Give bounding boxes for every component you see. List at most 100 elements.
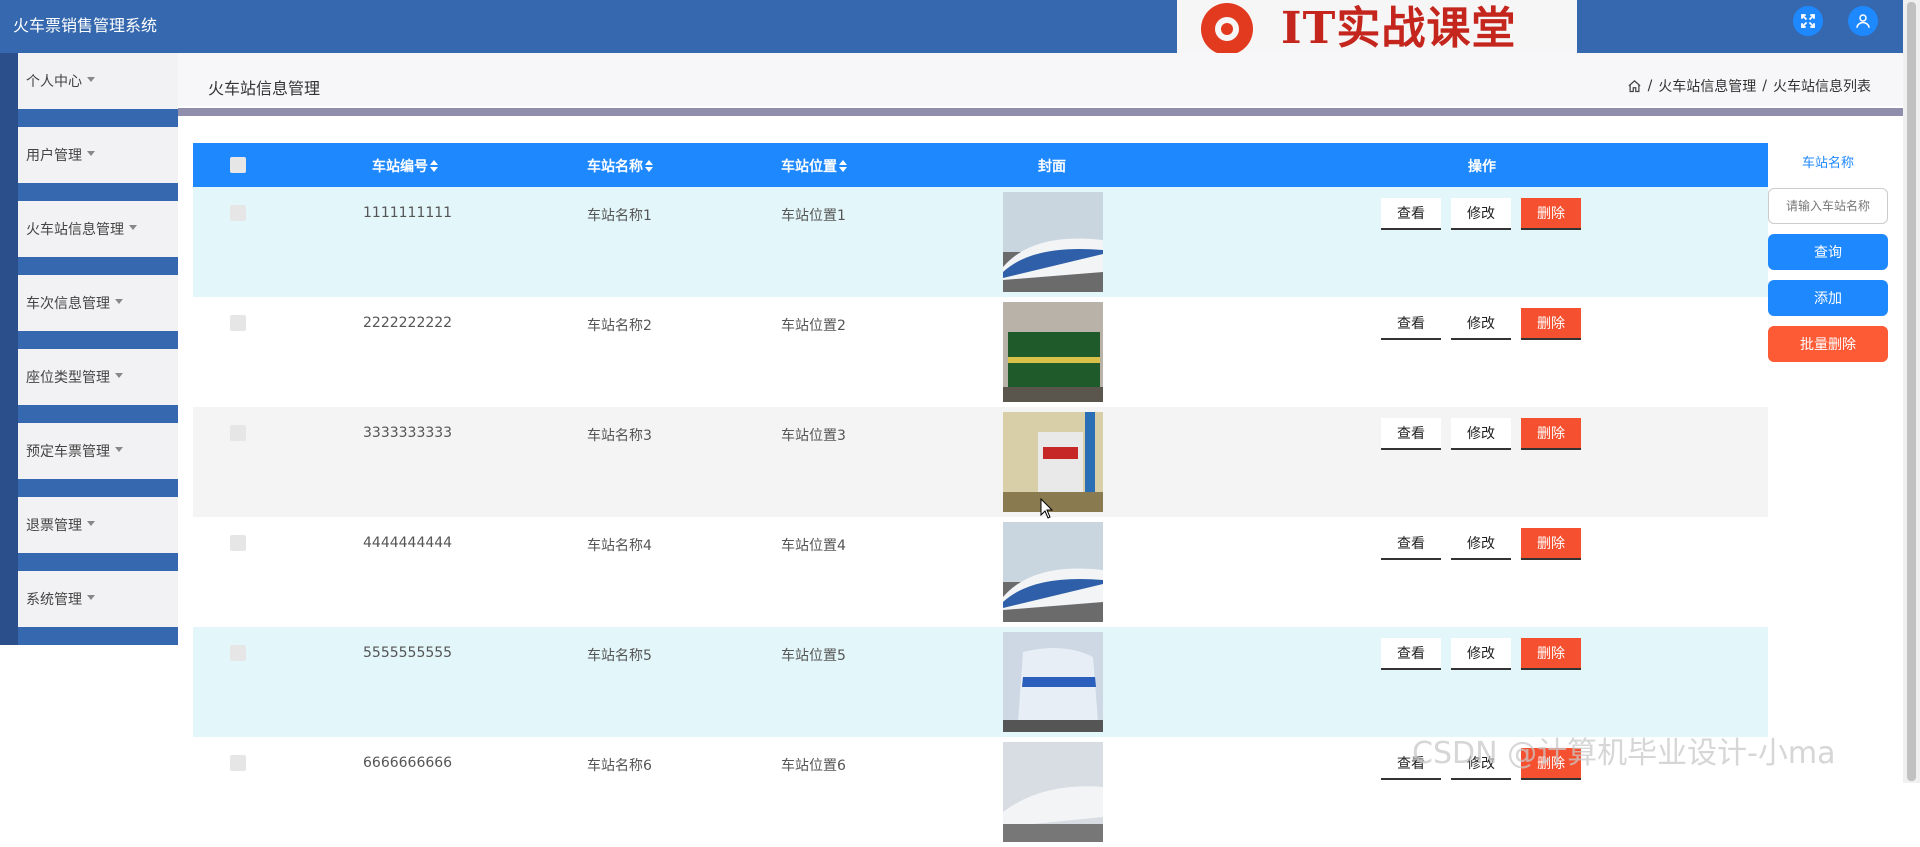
column-header-location[interactable]: 车站位置 [781, 156, 847, 176]
add-button[interactable]: 添加 [1768, 280, 1888, 316]
cell-station-code: 2222222222 [363, 315, 453, 331]
search-label: 车站名称 [1801, 156, 1854, 171]
sidebar-item-label: 座位类型管理 [26, 370, 110, 386]
sidebar-item-stations[interactable]: 火车站信息管理 [0, 201, 178, 275]
cell-station-name: 车站名称5 [587, 648, 652, 664]
table-row: 1111111111 车站名称1 车站位置1 查看 修改 删除 [193, 187, 1768, 297]
column-header-name[interactable]: 车站名称 [587, 156, 653, 176]
sidebar-item-seat-types[interactable]: 座位类型管理 [0, 349, 178, 423]
cell-station-code: 5555555555 [363, 645, 453, 661]
sidebar: 个人中心 用户管理 火车站信息管理 车次信息管理 座位类型管理 预定车票管理 退… [0, 53, 178, 645]
home-icon[interactable] [1627, 79, 1642, 94]
top-navbar: 火车票销售管理系统 IT实战课堂 [0, 0, 1903, 58]
select-all-checkbox[interactable] [230, 157, 246, 173]
chevron-down-icon [115, 298, 123, 304]
sort-icon[interactable] [430, 160, 438, 172]
chevron-down-icon [115, 446, 123, 452]
logo: IT实战课堂 [1177, 0, 1577, 58]
edit-button[interactable]: 修改 [1451, 418, 1511, 450]
chevron-down-icon [87, 520, 95, 526]
edit-button[interactable]: 修改 [1451, 638, 1511, 670]
sidebar-item-bookings[interactable]: 预定车票管理 [0, 423, 178, 497]
logo-text: IT实战课堂 [1281, 3, 1517, 54]
sidebar-item-system[interactable]: 系统管理 [0, 571, 178, 645]
row-checkbox[interactable] [230, 535, 246, 551]
table-row: 4444444444 车站名称4 车站位置4 查看 修改 删除 [193, 517, 1768, 627]
sidebar-item-label: 火车站信息管理 [26, 222, 124, 238]
cover-image [1003, 192, 1103, 292]
breadcrumb-item[interactable]: 火车站信息管理 [1658, 76, 1756, 96]
sidebar-item-label: 预定车票管理 [26, 444, 110, 460]
table-row: 2222222222 车站名称2 车站位置2 查看 修改 删除 [193, 297, 1768, 407]
fullscreen-icon[interactable] [1793, 6, 1823, 36]
logo-icon [1201, 3, 1253, 55]
column-header-cover: 封面 [1038, 159, 1066, 175]
user-icon[interactable] [1848, 6, 1878, 36]
mouse-cursor-icon [1040, 498, 1054, 519]
cell-station-name: 车站名称2 [587, 318, 652, 334]
cell-station-location: 车站位置6 [781, 758, 846, 774]
view-button[interactable]: 查看 [1381, 528, 1441, 560]
sort-icon[interactable] [645, 160, 653, 172]
app-title: 火车票销售管理系统 [13, 16, 158, 35]
cell-station-name: 车站名称6 [587, 758, 652, 774]
chevron-down-icon [87, 594, 95, 600]
query-button[interactable]: 查询 [1768, 234, 1888, 270]
sidebar-item-refunds[interactable]: 退票管理 [0, 497, 178, 571]
row-checkbox[interactable] [230, 755, 246, 771]
cover-image [1003, 412, 1103, 512]
cell-station-location: 车站位置4 [781, 538, 846, 554]
delete-button[interactable]: 删除 [1521, 308, 1581, 340]
edit-button[interactable]: 修改 [1451, 528, 1511, 560]
view-button[interactable]: 查看 [1381, 638, 1441, 670]
column-header-actions: 操作 [1468, 159, 1496, 175]
row-checkbox[interactable] [230, 645, 246, 661]
sidebar-item-label: 个人中心 [26, 74, 82, 90]
cell-station-location: 车站位置1 [781, 208, 846, 224]
table-header: 车站编号 车站名称 车站位置 封面 操作 [193, 143, 1768, 187]
sidebar-item-label: 用户管理 [26, 148, 82, 164]
chevron-down-icon [129, 224, 137, 230]
station-name-search-input[interactable] [1768, 188, 1888, 224]
chevron-down-icon [87, 76, 95, 82]
sidebar-item-label: 系统管理 [26, 592, 82, 608]
view-button[interactable]: 查看 [1381, 198, 1441, 230]
cell-station-name: 车站名称3 [587, 428, 652, 444]
view-button[interactable]: 查看 [1381, 308, 1441, 340]
delete-button[interactable]: 删除 [1521, 198, 1581, 230]
scrollbar[interactable] [1903, 0, 1920, 783]
edit-button[interactable]: 修改 [1451, 198, 1511, 230]
cover-image [1003, 742, 1103, 842]
cell-station-code: 4444444444 [363, 535, 453, 551]
page-title: 火车站信息管理 [208, 79, 321, 98]
row-checkbox[interactable] [230, 205, 246, 221]
view-button[interactable]: 查看 [1381, 418, 1441, 450]
breadcrumb: / 火车站信息管理 / 火车站信息列表 [1627, 76, 1871, 96]
edit-button[interactable]: 修改 [1451, 308, 1511, 340]
cell-station-name: 车站名称4 [587, 538, 652, 554]
sidebar-item-personal-center[interactable]: 个人中心 [0, 53, 178, 127]
sidebar-item-trains[interactable]: 车次信息管理 [0, 275, 178, 349]
cell-station-code: 1111111111 [363, 205, 453, 221]
batch-delete-button[interactable]: 批量删除 [1768, 326, 1888, 362]
table-row: 5555555555 车站名称5 车站位置5 查看 修改 删除 [193, 627, 1768, 737]
delete-button[interactable]: 删除 [1521, 528, 1581, 560]
row-checkbox[interactable] [230, 425, 246, 441]
chevron-down-icon [115, 372, 123, 378]
chevron-down-icon [87, 150, 95, 156]
row-checkbox[interactable] [230, 315, 246, 331]
delete-button[interactable]: 删除 [1521, 638, 1581, 670]
cell-station-location: 车站位置2 [781, 318, 846, 334]
cover-image [1003, 302, 1103, 402]
sort-icon[interactable] [839, 160, 847, 172]
cell-station-name: 车站名称1 [587, 208, 652, 224]
column-header-code[interactable]: 车站编号 [372, 156, 438, 176]
table-row: 3333333333 车站名称3 车站位置3 查看 修改 删除 [193, 407, 1768, 517]
sidebar-item-users[interactable]: 用户管理 [0, 127, 178, 201]
delete-button[interactable]: 删除 [1521, 418, 1581, 450]
sidebar-item-label: 退票管理 [26, 518, 82, 534]
cell-station-location: 车站位置5 [781, 648, 846, 664]
cover-image [1003, 522, 1103, 622]
watermark: CSDN @计算机毕业设计-小ma [1412, 736, 1836, 771]
breadcrumb-item: 火车站信息列表 [1773, 79, 1871, 95]
